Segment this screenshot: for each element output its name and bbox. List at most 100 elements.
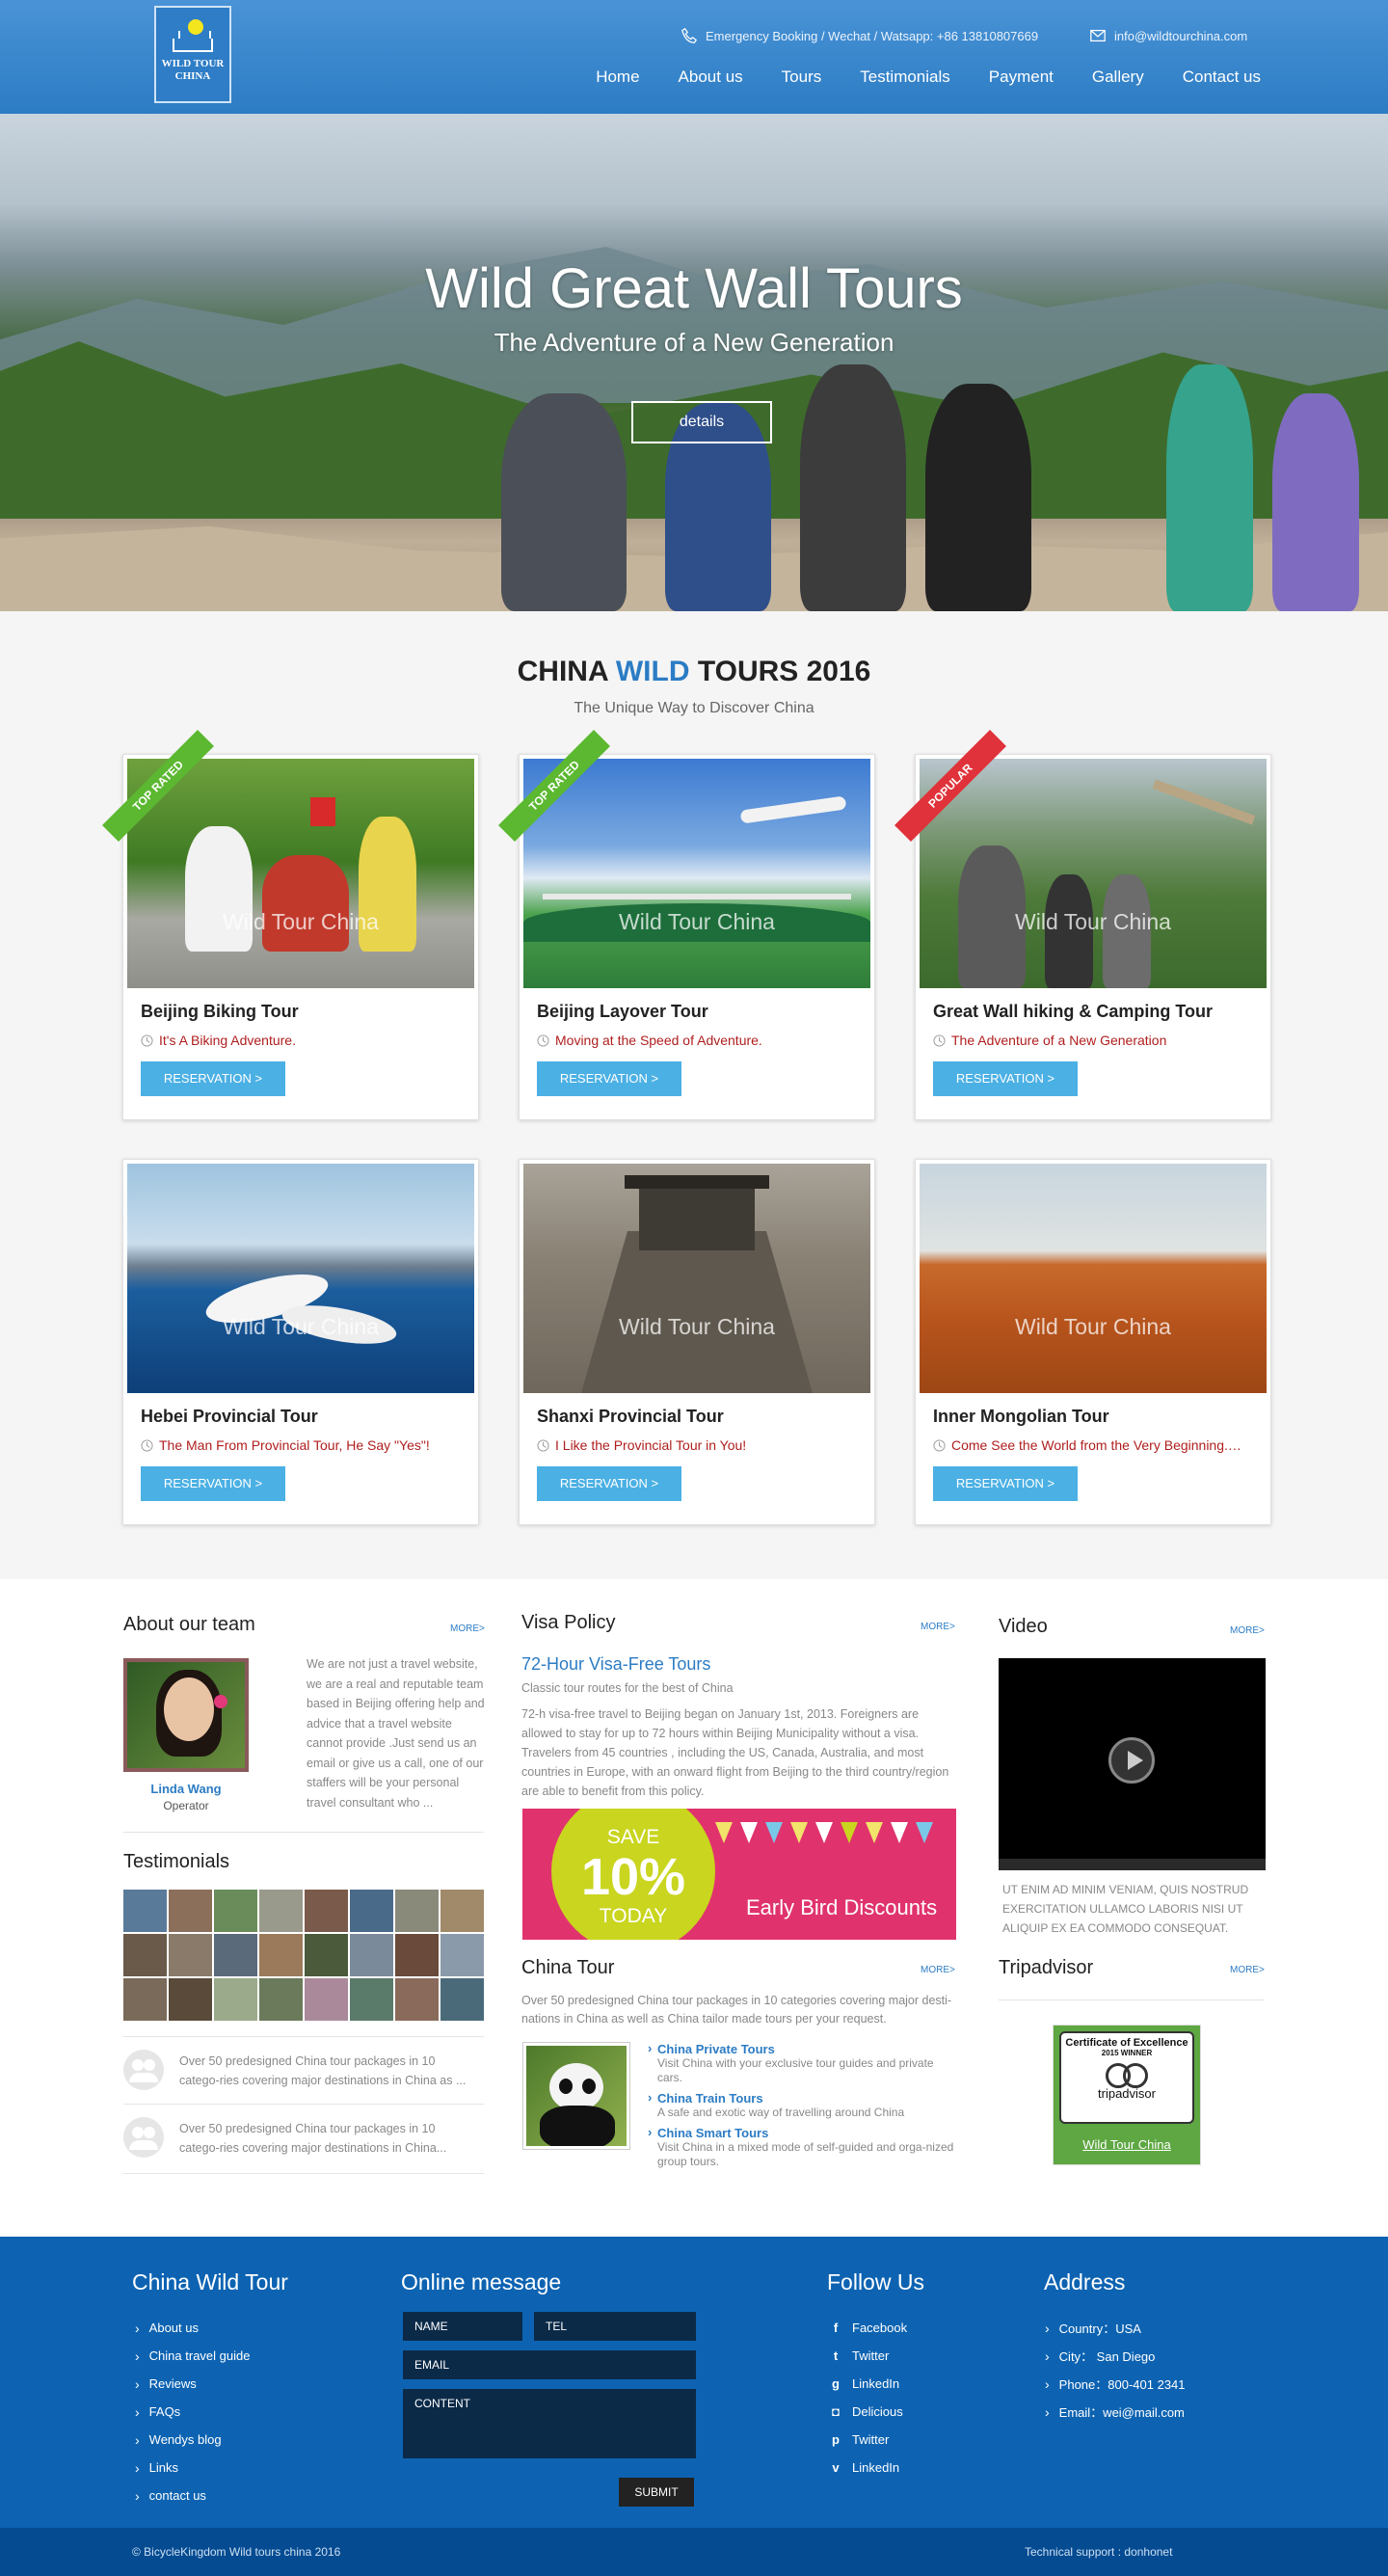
content-field[interactable]: CONTENT: [403, 2389, 696, 2458]
early-bird-banner[interactable]: SAVE 10% TODAY Early Bird Discounts: [522, 1809, 956, 1940]
tripadvisor-heading: Tripadvisor: [999, 1957, 1094, 1978]
nav-payment[interactable]: Payment: [970, 67, 1073, 87]
tour-title[interactable]: Inner Mongolian Tour: [933, 1407, 1109, 1427]
tour-title[interactable]: Beijing Layover Tour: [537, 1002, 708, 1022]
china-tour-link[interactable]: China Smart Tours: [657, 2126, 958, 2140]
submit-button[interactable]: SUBMIT: [619, 2478, 694, 2507]
divider: [999, 1999, 1265, 2000]
social-link[interactable]: Twitter: [852, 2348, 889, 2363]
hero-banner: Wild Great Wall Tours The Adventure of a…: [0, 114, 1388, 611]
play-icon[interactable]: [1108, 1737, 1155, 1784]
china-tour-link[interactable]: China Train Tours: [657, 2091, 958, 2106]
china-tour-more-link[interactable]: MORE>: [921, 1965, 955, 1975]
nav-tours[interactable]: Tours: [762, 67, 841, 87]
footer-heading: Follow Us: [827, 2269, 924, 2294]
address-phone: Phone：800-401 2341: [1058, 2377, 1186, 2392]
reservation-button[interactable]: RESERVATION >: [537, 1061, 681, 1096]
hero-hiker: [1272, 393, 1359, 611]
china-tour-text: Over 50 predesigned China tour packages …: [521, 1994, 952, 2026]
vine-icon: v: [832, 2460, 840, 2475]
nav-contact[interactable]: Contact us: [1163, 67, 1261, 87]
tour-card[interactable]: Wild Tour China Shanxi Provincial Tour I…: [519, 1159, 875, 1525]
tour-card[interactable]: Wild Tour China TOP RATED Beijing Biking…: [102, 730, 479, 1120]
footer-link[interactable]: About us: [149, 2321, 199, 2335]
tripadvisor-more-link[interactable]: MORE>: [1230, 1965, 1265, 1975]
social-links: f Facebook t Twitter g LinkedIn ◘ Delicious …: [829, 2314, 907, 2482]
divider: [123, 2104, 484, 2105]
social-link[interactable]: LinkedIn: [852, 2460, 899, 2475]
tripadvisor-owl-icon: [1104, 2063, 1150, 2088]
nav-about[interactable]: About us: [659, 67, 762, 87]
tour-title[interactable]: Hebei Provincial Tour: [141, 1407, 318, 1427]
reservation-button[interactable]: RESERVATION >: [933, 1466, 1078, 1501]
testimonial-item[interactable]: Over 50 predesigned China tour packages …: [123, 2117, 484, 2169]
tour-image-biking[interactable]: Wild Tour China: [127, 759, 474, 988]
tour-card[interactable]: Wild Tour China POPULAR Great Wall hikin…: [894, 730, 1271, 1120]
social-link[interactable]: Delicious: [852, 2404, 903, 2419]
reservation-button[interactable]: RESERVATION >: [141, 1061, 285, 1096]
tour-image-hebei[interactable]: Wild Tour China: [127, 1164, 474, 1393]
divider: [123, 2036, 484, 2037]
tour-image-mongolia[interactable]: Wild Tour China: [920, 1164, 1267, 1393]
footer-link[interactable]: FAQs: [149, 2404, 181, 2419]
footer-link[interactable]: Wendys blog: [149, 2432, 222, 2447]
tour-card[interactable]: Wild Tour China Hebei Provincial Tour Th…: [122, 1159, 479, 1525]
clock-icon: [537, 1033, 549, 1047]
nav-gallery[interactable]: Gallery: [1073, 67, 1163, 87]
tour-title[interactable]: Great Wall hiking & Camping Tour: [933, 1002, 1213, 1022]
tour-card[interactable]: Wild Tour China TOP RATED Beijing Layove…: [498, 730, 875, 1120]
tour-tagline: The Adventure of a New Generation: [951, 1033, 1167, 1048]
social-link[interactable]: Facebook: [852, 2321, 907, 2335]
nav-testimonials[interactable]: Testimonials: [841, 67, 970, 87]
visa-more-link[interactable]: MORE>: [921, 1622, 955, 1632]
email-text[interactable]: info@wildtourchina.com: [1114, 29, 1247, 43]
address-list: › Country：USA › City： San Diego › Phone：800…: [1045, 2314, 1186, 2426]
social-link[interactable]: Twitter: [852, 2432, 889, 2447]
reservation-button[interactable]: RESERVATION >: [933, 1061, 1078, 1096]
site-header: WILD TOUR CHINA Emergency Booking / Wech…: [0, 0, 1388, 114]
video-more-link[interactable]: MORE>: [1230, 1625, 1265, 1636]
testimonial-item[interactable]: Over 50 predesigned China tour packages …: [123, 2050, 484, 2102]
about-text: We are not just a travel website, we are…: [307, 1657, 485, 1810]
name-field[interactable]: NAME: [403, 2312, 522, 2341]
tel-field[interactable]: TEL: [534, 2312, 696, 2341]
email-contact[interactable]: info@wildtourchina.com: [1089, 27, 1247, 44]
facebook-icon: f: [833, 2321, 839, 2335]
footer-link[interactable]: Reviews: [149, 2376, 197, 2391]
video-controls-bar[interactable]: [999, 1859, 1266, 1870]
team-member-name[interactable]: Linda Wang: [123, 1782, 249, 1796]
tour-title[interactable]: Beijing Biking Tour: [141, 1002, 299, 1022]
tour-title[interactable]: Shanxi Provincial Tour: [537, 1407, 724, 1427]
about-more-link[interactable]: MORE>: [450, 1623, 485, 1634]
email-field[interactable]: EMAIL: [403, 2350, 696, 2379]
tripadvisor-link[interactable]: Wild Tour China: [1054, 2137, 1200, 2152]
nav-home[interactable]: Home: [576, 67, 658, 87]
reservation-button[interactable]: RESERVATION >: [537, 1466, 681, 1501]
footer-link[interactable]: China travel guide: [149, 2348, 251, 2363]
hero-details-button[interactable]: details: [631, 401, 772, 443]
tripadvisor-badge[interactable]: Certificate of Excellence 2015 WINNER tr…: [1053, 2025, 1201, 2165]
tour-image-layover[interactable]: Wild Tour China: [523, 759, 870, 988]
social-link[interactable]: LinkedIn: [852, 2376, 899, 2391]
video-player[interactable]: [999, 1658, 1266, 1870]
footer-link[interactable]: contact us: [149, 2488, 206, 2503]
list-item: China Train ToursA safe and exotic way o…: [648, 2090, 958, 2120]
address-email[interactable]: Email：wei@mail.com: [1059, 2402, 1185, 2421]
site-logo[interactable]: WILD TOUR CHINA: [154, 6, 231, 103]
clock-icon: [933, 1438, 946, 1452]
divider: [123, 2173, 484, 2174]
visa-title-link[interactable]: 72-Hour Visa-Free Tours: [521, 1654, 710, 1675]
footer-link[interactable]: Links: [149, 2460, 178, 2475]
tour-image-shanxi[interactable]: Wild Tour China: [523, 1164, 870, 1393]
testimonial-photo-grid[interactable]: [123, 1890, 484, 2021]
tour-card[interactable]: Wild Tour China Inner Mongolian Tour Com…: [915, 1159, 1271, 1525]
tour-image-greatwall[interactable]: Wild Tour China: [920, 759, 1267, 988]
clock-icon: [537, 1438, 549, 1452]
panda-image: [522, 2042, 630, 2150]
clock-icon: [141, 1438, 153, 1452]
chevron-right-icon: ›: [135, 2431, 140, 2448]
testimonial-text: Over 50 predesigned China tour packages …: [179, 2054, 467, 2087]
china-tour-link[interactable]: China Private Tours: [657, 2042, 958, 2056]
reservation-button[interactable]: RESERVATION >: [141, 1466, 285, 1501]
hero-hiker: [501, 393, 627, 611]
